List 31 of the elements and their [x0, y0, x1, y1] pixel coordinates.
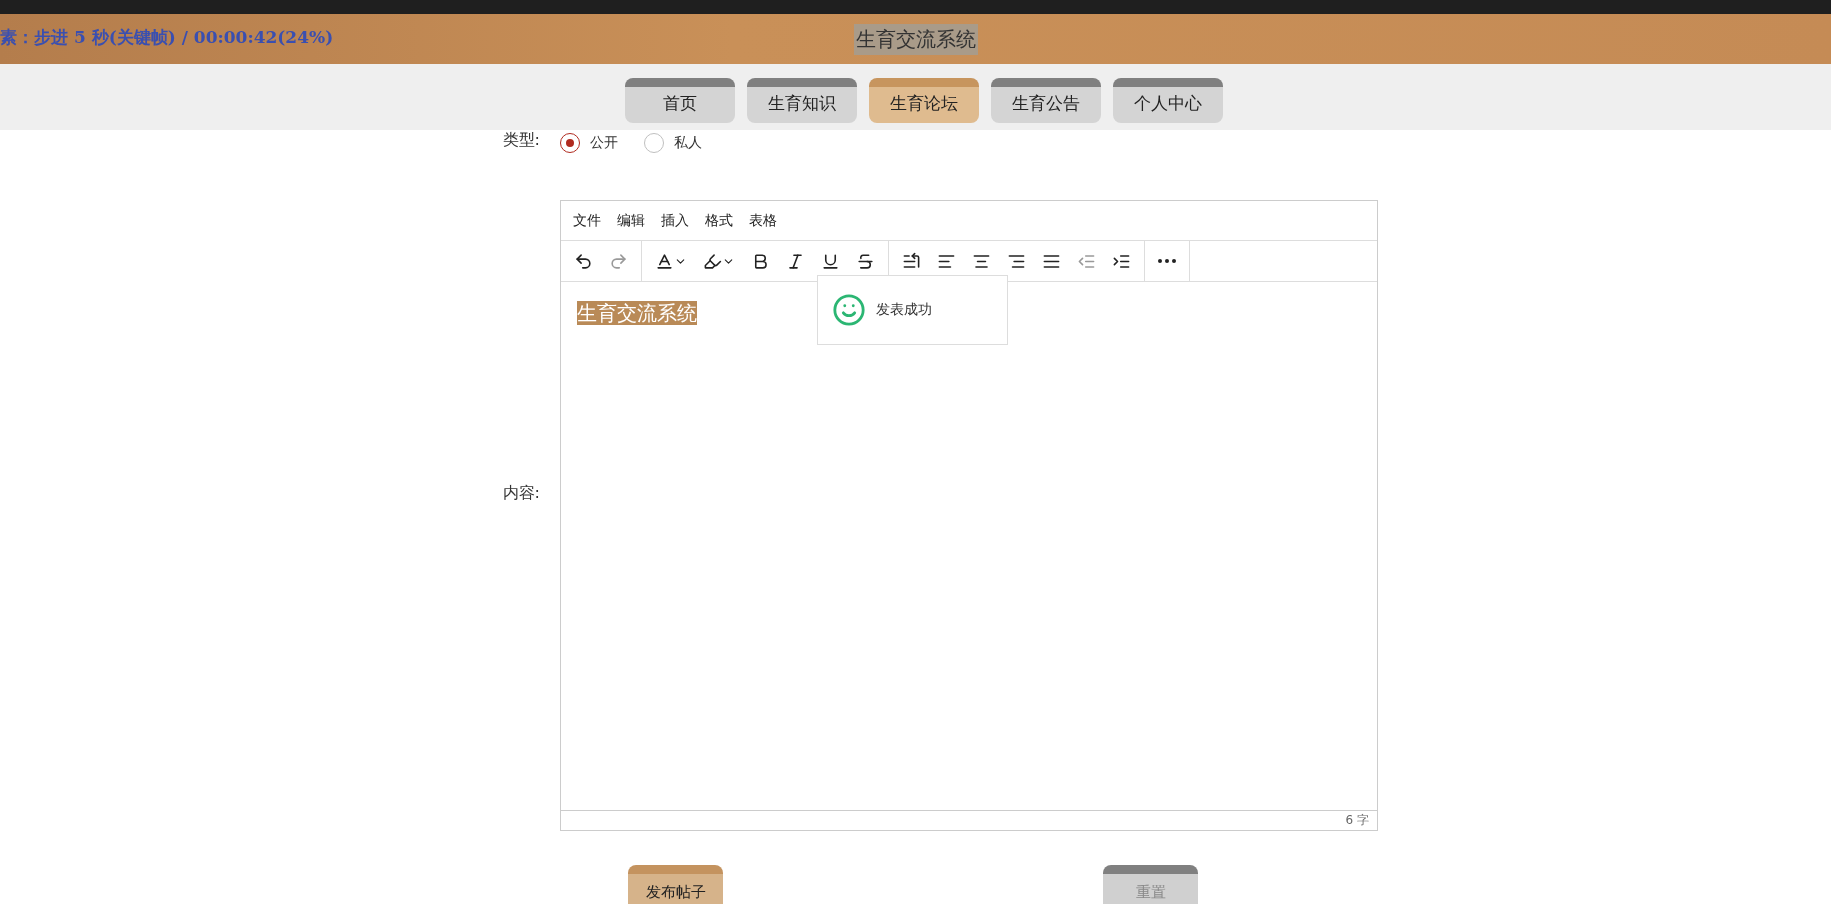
nav-tab[interactable]: 个人中心	[1112, 77, 1223, 123]
nav-tab[interactable]: 生育论坛	[868, 77, 979, 123]
editor-menu-item[interactable]: 表格	[749, 211, 777, 230]
strikethrough-icon	[856, 251, 875, 271]
highlighter-icon	[703, 251, 722, 271]
list-icon	[902, 251, 921, 271]
underline-icon	[821, 251, 840, 271]
italic-icon	[786, 251, 805, 271]
editor-menu-item[interactable]: 格式	[705, 211, 733, 230]
more-icon	[1158, 259, 1176, 263]
nav-tab[interactable]: 首页	[624, 77, 735, 123]
editor-text: 生育交流系统	[577, 301, 697, 325]
redo-icon	[609, 251, 628, 271]
radio-label: 私人	[674, 134, 702, 152]
editor-menu-item[interactable]: 编辑	[617, 211, 645, 230]
player-overlay-text: 素：步进 5 秒(关键帧) / 00:00:42(24%)	[0, 26, 334, 49]
site-title: 生育交流系统	[853, 23, 978, 55]
editor-menu-item[interactable]: 文件	[573, 211, 601, 230]
nav-tab[interactable]: 生育知识	[746, 77, 857, 123]
rich-text-editor[interactable]: 文件 编辑 插入 格式 表格 生育交流系统 6 字 发表成功	[560, 200, 1378, 831]
text-color-icon	[655, 251, 674, 271]
field-label: 类型:	[502, 130, 541, 151]
undo-icon	[574, 251, 593, 271]
submit-button[interactable]: 发布帖子	[628, 865, 723, 904]
toast-text: 发表成功	[876, 301, 932, 319]
radio-label: 公开	[590, 134, 618, 152]
smile-icon	[832, 293, 866, 327]
field-label: 内容:	[502, 483, 541, 504]
editor-menu-item[interactable]: 插入	[661, 211, 689, 230]
nav-tab[interactable]: 生育公告	[990, 77, 1101, 123]
word-count: 6 字	[1345, 812, 1369, 829]
